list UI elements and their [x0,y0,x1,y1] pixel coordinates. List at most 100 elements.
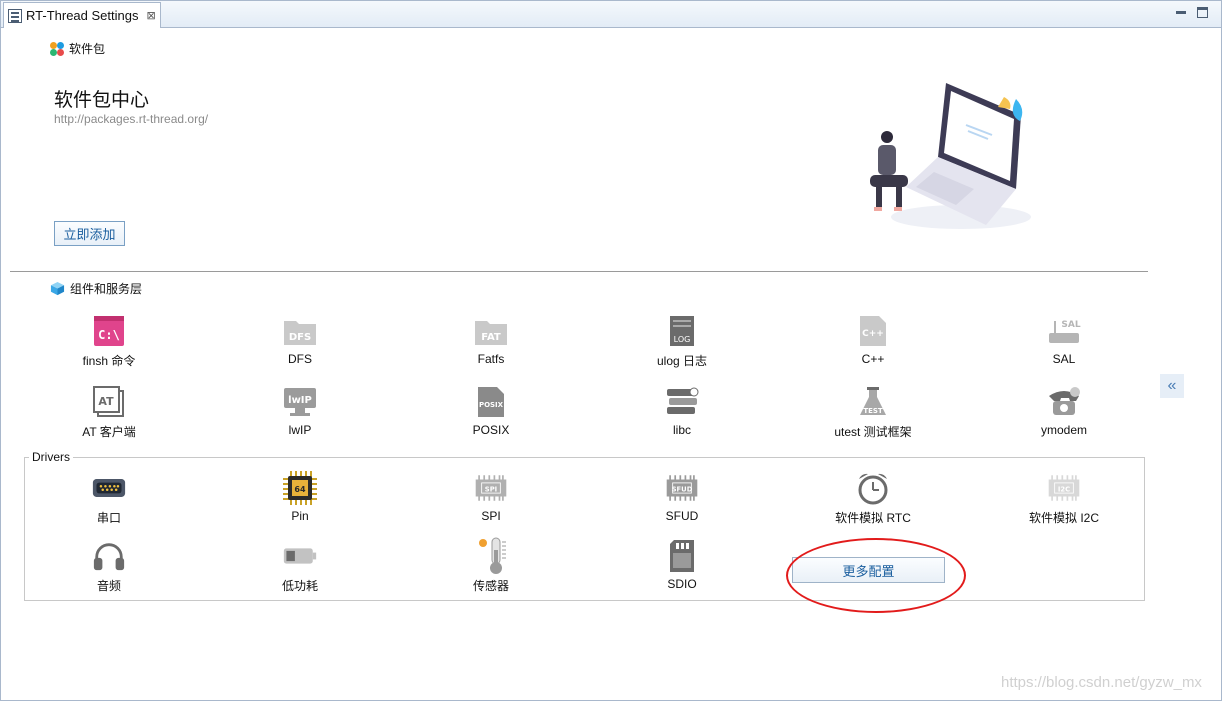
drivers-group-label: Drivers [29,450,73,464]
battery-icon [283,539,317,573]
driver-item[interactable]: 64 Pin [235,471,365,527]
components-section-header: 组件和服务层 [50,280,142,297]
posix-file-icon: POSIX [474,385,508,419]
component-item-label: Fatfs [477,352,505,366]
headphones-icon [92,539,126,573]
editor-window: RT-Thread Settings ⊠ 软件包 软件包中心 http://pa… [0,0,1222,701]
svg-text:SPI: SPI [485,485,497,493]
driver-item[interactable]: 低功耗 [235,539,365,595]
i2c-chip-icon: I2C [1047,471,1081,505]
spi-chip-icon: SPI [474,471,508,505]
books-icon [665,385,699,419]
driver-item[interactable]: 软件模拟 RTC [808,471,938,527]
component-item[interactable]: lwIP lwIP [235,385,365,441]
component-item-label: ymodem [1040,423,1087,437]
svg-text:C:\: C:\ [98,328,120,342]
component-item[interactable]: SAL SAL [999,314,1129,370]
folder-dfs-icon: DFS [283,314,317,348]
component-item[interactable]: AT AT 客户端 [44,385,174,441]
terminal-icon: C:\ [92,314,126,348]
component-item-label: lwIP [288,423,312,437]
minimize-button[interactable] [1176,6,1186,14]
sfud-chip-icon: SFUD [665,471,699,505]
svg-text:lwIP: lwIP [288,395,312,406]
component-item-label: AT 客户端 [82,425,136,439]
component-item[interactable]: C:\ finsh 命令 [44,314,174,370]
tab-bar: RT-Thread Settings ⊠ [1,1,1221,28]
sd-card-icon [665,539,699,573]
watermark: https://blog.csdn.net/gyzw_mx [1001,674,1202,691]
component-item-label: finsh 命令 [82,354,136,368]
component-item[interactable]: ymodem [999,385,1129,441]
driver-item[interactable]: SPI SPI [426,471,556,527]
router-icon: SAL [1047,314,1081,348]
package-center-title: 软件包中心 [54,90,150,111]
cube-icon [50,281,65,296]
component-item-label: C++ [861,352,885,366]
component-item[interactable]: LOG ulog 日志 [617,314,747,370]
driver-item[interactable]: I2C 软件模拟 I2C [999,471,1129,527]
svg-text:DFS: DFS [289,332,311,343]
driver-item-label: 低功耗 [281,579,318,593]
svg-text:SFUD: SFUD [672,485,693,493]
driver-item-label: 音频 [96,579,121,593]
driver-item-label: 传感器 [472,579,509,593]
settings-file-icon [8,8,22,23]
svg-text:AT: AT [98,395,114,408]
component-item-label: ulog 日志 [656,354,708,368]
laptop-person-illustration [870,83,1031,229]
packages-icon [50,41,64,56]
packages-section-label: 软件包 [69,42,106,56]
driver-item-label: 软件模拟 I2C [1028,511,1099,525]
highlight-annotation [786,538,966,613]
svg-text:FAT: FAT [481,332,501,343]
svg-text:POSIX: POSIX [479,401,504,409]
maximize-button[interactable] [1197,7,1208,18]
svg-text:I2C: I2C [1058,485,1070,493]
log-file-icon: LOG [665,314,699,348]
driver-item-label: SPI [481,509,501,523]
svg-text:SAL: SAL [1061,320,1080,330]
collapse-panel-button[interactable]: « [1160,374,1184,398]
svg-text:LOG: LOG [674,335,691,344]
tab-rt-thread-settings[interactable]: RT-Thread Settings ⊠ [3,2,161,28]
alarm-clock-icon [856,471,890,505]
drivers-group [24,457,1145,601]
tab-title: RT-Thread Settings [26,8,139,23]
flask-icon: TEST [856,385,890,419]
driver-item[interactable]: 音频 [44,539,174,595]
add-now-button[interactable]: 立即添加 [54,221,125,246]
driver-item[interactable]: 传感器 [426,537,556,595]
telephone-icon [1047,385,1081,419]
component-item-label: libc [672,423,691,437]
component-item-label: utest 测试框架 [834,425,912,439]
monitor-lwip-icon: lwIP [283,385,317,419]
svg-text:C++: C++ [862,329,884,339]
package-center-url[interactable]: http://packages.rt-thread.org/ [54,112,208,126]
component-item[interactable]: FAT Fatfs [426,314,556,370]
component-item[interactable]: DFS DFS [235,314,365,370]
close-icon[interactable]: ⊠ [146,9,155,22]
component-item-label: DFS [288,352,312,366]
serial-port-icon [92,471,126,505]
component-item-label: POSIX [472,423,510,437]
driver-item[interactable]: 串口 [44,471,174,527]
at-icon: AT [92,385,126,419]
driver-item-label: Pin [291,509,309,523]
chip-icon: 64 [283,471,317,505]
component-item[interactable]: C++ C++ [808,314,938,370]
driver-item-label: SDIO [667,577,697,591]
component-item-label: SAL [1052,352,1076,366]
driver-item[interactable]: SFUD SFUD [617,471,747,527]
svg-text:64: 64 [294,485,306,494]
packages-section-header: 软件包 [50,40,105,57]
component-item[interactable]: libc [617,385,747,441]
components-section-label: 组件和服务层 [70,282,143,296]
section-divider [10,271,1148,272]
component-item[interactable]: POSIX POSIX [426,385,556,441]
component-item[interactable]: TEST utest 测试框架 [808,385,938,441]
driver-item-label: 串口 [96,511,121,525]
folder-fat-icon: FAT [474,314,508,348]
driver-item[interactable]: SDIO [617,539,747,595]
driver-item-label: SFUD [665,509,699,523]
